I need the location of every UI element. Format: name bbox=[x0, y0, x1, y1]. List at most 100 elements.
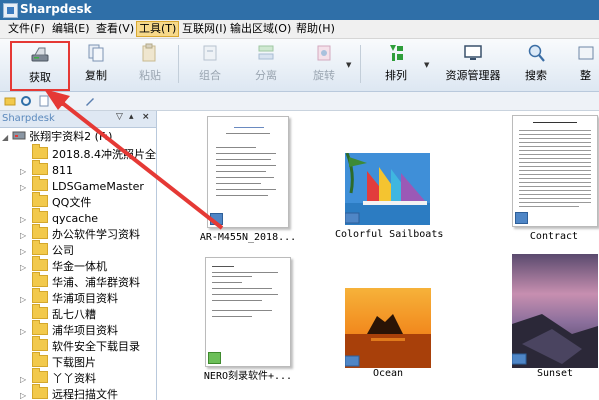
search-button[interactable]: 搜索 bbox=[518, 41, 554, 87]
rotate-dropdown-icon[interactable]: ▼ bbox=[346, 61, 351, 69]
file-name: Ocean bbox=[372, 368, 404, 379]
folder-icon bbox=[32, 256, 48, 271]
paste-button[interactable]: 粘贴 bbox=[130, 41, 170, 87]
properties-icon[interactable] bbox=[38, 95, 50, 107]
delete-icon[interactable] bbox=[54, 95, 66, 107]
arrange-icon bbox=[390, 45, 403, 61]
menu-file[interactable]: 文件(F) bbox=[6, 22, 47, 36]
folder-icon bbox=[32, 208, 48, 223]
expand-arrow-icon[interactable]: ▷ bbox=[20, 180, 32, 196]
expand-arrow-icon[interactable]: ▷ bbox=[20, 372, 32, 388]
tree-item-label: 乱七八糟 bbox=[52, 308, 96, 321]
expand-arrow-icon[interactable]: ◢ bbox=[2, 133, 8, 142]
rotate-label: 旋转 bbox=[313, 69, 335, 82]
acquire-button[interactable]: 获取 bbox=[10, 41, 70, 91]
file-thumbnail[interactable]: Colorful Sailboats bbox=[335, 152, 443, 240]
file-thumbnail[interactable]: Sunset bbox=[511, 254, 598, 379]
combine-button[interactable]: 组合 bbox=[190, 41, 230, 87]
toolbar-separator bbox=[360, 45, 361, 83]
paste-label: 粘贴 bbox=[139, 69, 161, 82]
expand-arrow-icon[interactable]: ▷ bbox=[20, 388, 32, 400]
arrange-label: 排列 bbox=[385, 69, 407, 82]
panel-header: Sharpdesk ▽ ▴ × bbox=[0, 111, 156, 128]
expand-arrow-icon[interactable]: ▷ bbox=[20, 292, 32, 308]
split-icon bbox=[258, 45, 274, 60]
tree-item[interactable]: ▷ 远程扫描文件 bbox=[20, 384, 118, 400]
resource-manager-button[interactable]: 资源管理器 bbox=[436, 41, 510, 87]
folder-icon bbox=[32, 288, 48, 303]
menu-internet[interactable]: 互联网(I) bbox=[180, 22, 229, 36]
folder-icon bbox=[32, 224, 48, 239]
expand-arrow-icon[interactable]: ▷ bbox=[20, 260, 32, 276]
search-icon bbox=[528, 44, 545, 62]
pen-icon[interactable] bbox=[84, 95, 96, 107]
menu-tools[interactable]: 工具(T) bbox=[136, 21, 180, 37]
menu-output[interactable]: 输出区域(O) bbox=[228, 22, 293, 36]
tree-item-label: 公司 bbox=[52, 244, 74, 257]
tree-root-drive[interactable]: ◢ 张翔宇资料2 (F:) bbox=[2, 129, 112, 145]
more-label: 整 bbox=[580, 69, 591, 82]
file-thumbnail[interactable]: Contract bbox=[512, 115, 598, 242]
tree-item[interactable]: 2018.8.4冲洗照片全 bbox=[20, 144, 156, 163]
expand-arrow-icon[interactable]: ▷ bbox=[20, 228, 32, 244]
ocean-image bbox=[344, 288, 431, 368]
panel-pin-icon[interactable]: ▴ bbox=[129, 112, 134, 122]
expand-arrow-icon[interactable]: ▷ bbox=[20, 324, 32, 340]
tree-item[interactable]: ▷ 811 bbox=[20, 160, 73, 180]
file-name: NERO刻录软件+... bbox=[203, 371, 293, 382]
folder-icon bbox=[32, 240, 48, 255]
rotate-button[interactable]: 旋转 bbox=[304, 41, 344, 87]
split-button[interactable]: 分离 bbox=[246, 41, 286, 87]
expand-arrow-icon[interactable]: ▷ bbox=[20, 212, 32, 228]
acquire-label: 获取 bbox=[29, 71, 51, 84]
tree-item-label: QQ文件 bbox=[52, 196, 92, 209]
arrange-button[interactable]: 排列 bbox=[376, 41, 416, 87]
tree-item-label: qycache bbox=[52, 212, 99, 225]
file-name: Contract bbox=[529, 231, 579, 242]
panel-dropdown-icon[interactable]: ▽ bbox=[116, 112, 123, 122]
open-folder-icon[interactable] bbox=[4, 95, 16, 107]
copy-label: 复制 bbox=[85, 69, 107, 82]
file-type-badge-icon bbox=[208, 352, 221, 364]
arrange-dropdown-icon[interactable]: ▼ bbox=[424, 61, 429, 69]
file-thumbnail[interactable]: AR-M455N_2018... bbox=[200, 116, 296, 243]
monitor-icon bbox=[464, 45, 482, 60]
paste-icon bbox=[142, 43, 156, 62]
tree-item-label: LDSGameMaster bbox=[52, 180, 144, 193]
folder-icon bbox=[32, 176, 48, 191]
copy-button[interactable]: 复制 bbox=[76, 41, 116, 87]
folder-icon bbox=[32, 192, 48, 207]
scanner-icon bbox=[31, 47, 49, 62]
document-preview bbox=[207, 116, 289, 228]
refresh-icon[interactable] bbox=[20, 95, 32, 107]
expand-arrow-icon[interactable]: ▷ bbox=[20, 244, 32, 260]
menu-help[interactable]: 帮助(H) bbox=[294, 22, 337, 36]
tree-item-label: 811 bbox=[52, 164, 73, 177]
menu-edit[interactable]: 编辑(E) bbox=[50, 22, 92, 36]
file-name: Colorful Sailboats bbox=[335, 229, 444, 240]
tree-item-label: 丫丫资料 bbox=[52, 372, 96, 385]
folder-icon bbox=[32, 304, 48, 319]
folder-icon bbox=[32, 368, 48, 383]
file-thumbnail[interactable]: NERO刻录软件+... bbox=[204, 257, 292, 382]
tree-item-label: 下载图片 bbox=[52, 356, 96, 369]
sailboats-image bbox=[344, 152, 430, 225]
expand-arrow-icon[interactable]: ▷ bbox=[20, 164, 32, 180]
file-thumbnail[interactable]: Ocean bbox=[344, 288, 431, 379]
tree-item-label: 办公软件学习资料 bbox=[52, 228, 140, 241]
app-icon bbox=[3, 3, 18, 18]
tree-item-label: 浦华项目资料 bbox=[52, 324, 118, 337]
copy-icon bbox=[88, 44, 104, 62]
drive-icon bbox=[12, 131, 26, 140]
file-type-badge-icon bbox=[515, 212, 528, 224]
panel-close-icon[interactable]: × bbox=[142, 112, 150, 122]
more-button[interactable]: 整 bbox=[572, 41, 599, 87]
window-title: Sharpdesk bbox=[20, 2, 92, 16]
tree-item[interactable]: ▷ 公司 bbox=[20, 240, 74, 260]
tree-item-label: 华金一体机 bbox=[52, 260, 107, 273]
menu-view[interactable]: 查看(V) bbox=[94, 22, 136, 36]
rotate-icon bbox=[317, 45, 331, 61]
tree-item-label: 华浦项目资料 bbox=[52, 292, 118, 305]
tree-item[interactable]: QQ文件 bbox=[20, 192, 92, 211]
title-bar: Sharpdesk bbox=[0, 0, 599, 20]
